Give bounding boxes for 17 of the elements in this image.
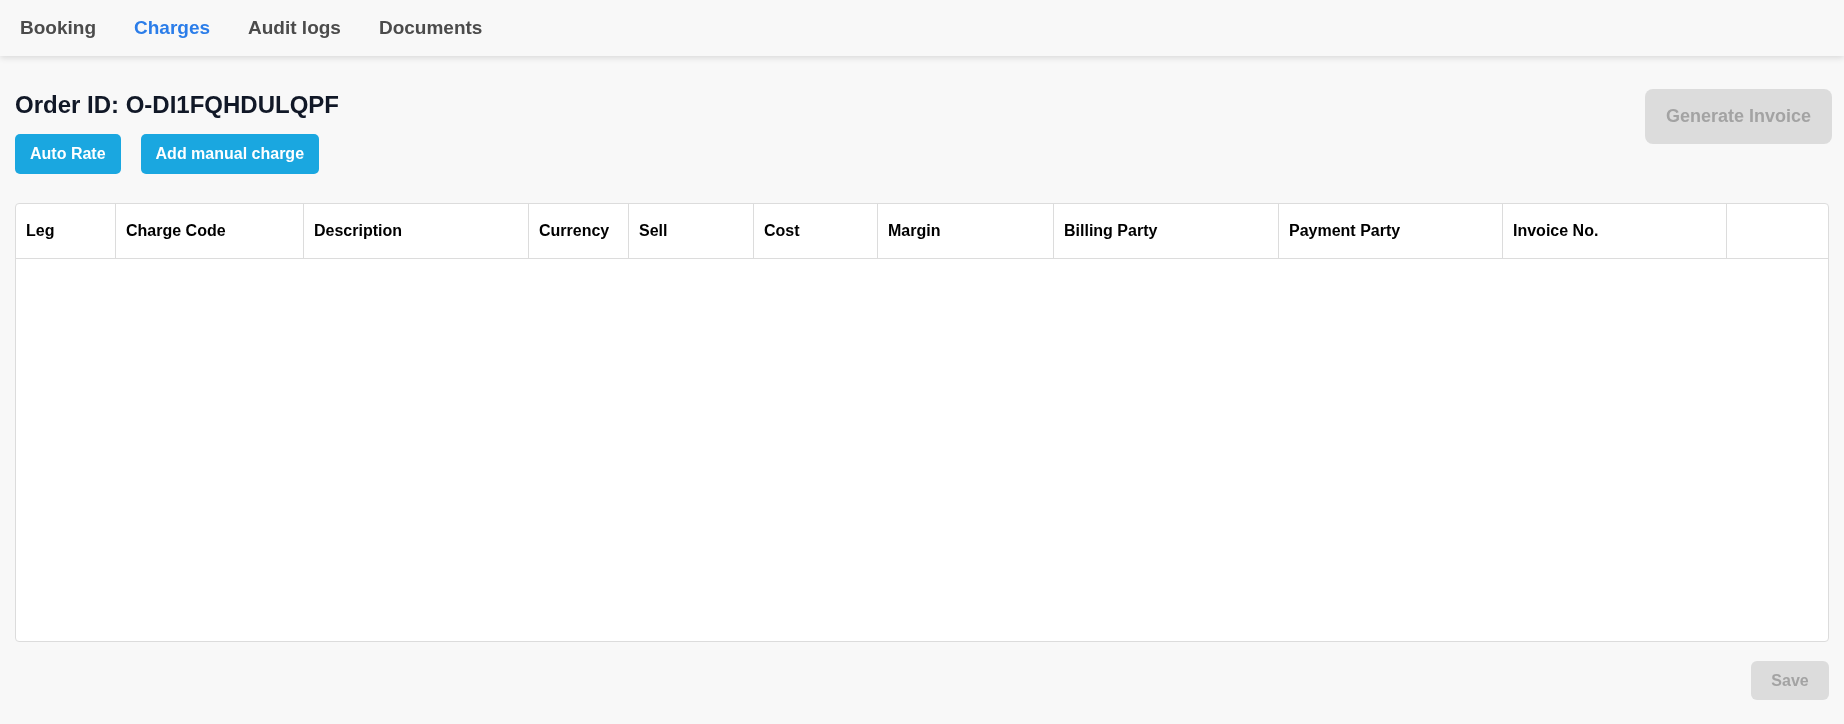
column-header: Charge Code bbox=[126, 221, 226, 241]
tab[interactable]: Audit logs bbox=[248, 13, 341, 43]
tab[interactable]: Charges bbox=[134, 13, 211, 43]
column-header: Description bbox=[314, 221, 402, 241]
column-header: Margin bbox=[888, 221, 941, 241]
column-header: Sell bbox=[639, 221, 668, 241]
column-header: Billing Party bbox=[1064, 221, 1158, 241]
column-header: Cost bbox=[764, 221, 800, 241]
action-button[interactable]: Add manual charge bbox=[140, 134, 320, 174]
action-button[interactable]: Auto Rate bbox=[15, 134, 121, 174]
tab[interactable]: Documents bbox=[378, 13, 483, 43]
column-header: Payment Party bbox=[1289, 221, 1401, 241]
column-header: Leg bbox=[26, 221, 55, 241]
column-header: Invoice No. bbox=[1513, 221, 1599, 241]
tab[interactable]: Booking bbox=[20, 13, 96, 43]
column-header: Currency bbox=[539, 221, 610, 241]
order-id: Order ID: O-DI1FQHDULQPF bbox=[15, 90, 339, 120]
